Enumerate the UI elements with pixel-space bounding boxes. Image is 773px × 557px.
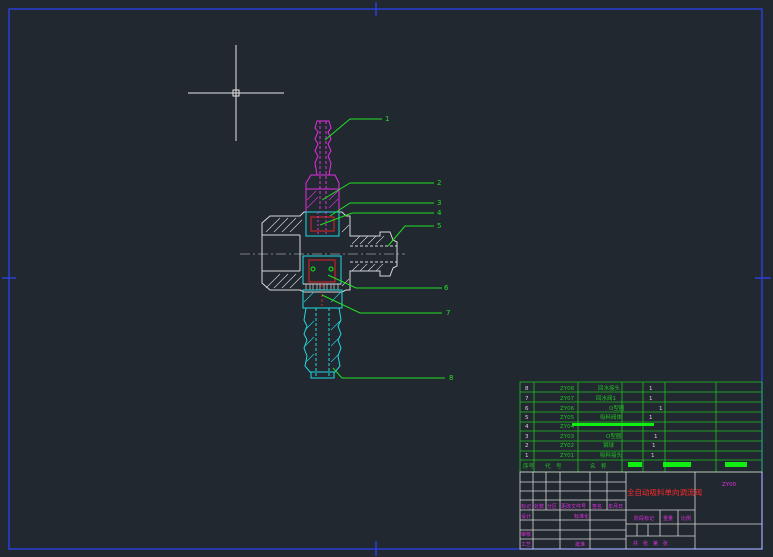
callout-2: 2: [437, 179, 441, 187]
svg-text:代 号: 代 号: [545, 462, 562, 470]
cad-drawing-canvas[interactable]: 1 2 3 4 5 6 7 8 8 ZY08 回水接头 1 7 ZY07 回水阀…: [0, 0, 773, 557]
label-sign: 签名: [592, 503, 602, 510]
svg-text:回水阀1: 回水阀1: [596, 394, 616, 402]
svg-text:2: 2: [525, 443, 529, 449]
bom-row: 1 ZY01 吸料接头 1: [525, 451, 655, 459]
label-process: 工艺: [521, 542, 531, 548]
label-change-doc: 更改文件号: [561, 503, 586, 510]
svg-text:ZY01: ZY01: [560, 453, 574, 459]
bom-header-fill: [663, 462, 691, 467]
svg-text:1: 1: [654, 434, 658, 440]
bom-row: 7 ZY07 回水阀1 1: [525, 394, 653, 402]
drawing-code: ZY00: [722, 482, 737, 488]
label-mark: 标记: [521, 503, 531, 510]
part-1-suction-fitting: [305, 120, 340, 213]
svg-text:O型圈: O型圈: [606, 432, 622, 440]
bom-header: 序号 代 号 名 称: [523, 462, 607, 470]
svg-text:回水接头: 回水接头: [598, 384, 621, 392]
crosshair-cursor-icon[interactable]: [188, 45, 284, 141]
label-stage-mark: 阶段标记: [634, 515, 654, 522]
label-approve: 批准: [575, 541, 585, 548]
label-standardize: 标准化: [574, 513, 589, 520]
svg-text:1: 1: [659, 406, 663, 412]
part-7-8-return-fitting: [302, 289, 343, 379]
svg-text:吸料阀体: 吸料阀体: [600, 413, 623, 421]
svg-text:ZY05: ZY05: [560, 415, 575, 421]
svg-text:1: 1: [651, 453, 655, 459]
bom-header-fill: [725, 462, 747, 467]
label-count: 处数: [534, 503, 544, 510]
svg-text:ZY03: ZY03: [560, 434, 575, 440]
part-6-o-ring-chamber: [302, 255, 342, 306]
bom-row: 6 ZY06 O型圈 1: [525, 404, 663, 412]
center-marks: [2, 2, 771, 556]
label-review: 审核: [521, 531, 531, 538]
svg-text:4: 4: [525, 424, 529, 430]
svg-text:O型圈: O型圈: [609, 404, 625, 412]
svg-text:8: 8: [525, 386, 529, 392]
bom-header-fill: [628, 462, 642, 467]
bom-row: 2 ZY02 钢球 1: [525, 441, 656, 449]
label-weight: 重量: [663, 515, 673, 522]
svg-text:1: 1: [649, 396, 653, 402]
label-zone: 分区: [547, 503, 557, 510]
callout-4: 4: [437, 209, 442, 217]
bom-row: 5 ZY05 吸料阀体 1: [525, 413, 653, 421]
bom-row: 8 ZY08 回水接头 1: [525, 384, 653, 392]
label-date: 年月日: [608, 503, 623, 510]
svg-text:ZY06: ZY06: [560, 406, 575, 412]
bom-table: 8 ZY08 回水接头 1 7 ZY07 回水阀1 1 6 ZY06 O型圈 1…: [519, 381, 763, 473]
callout-3: 3: [437, 199, 441, 207]
callout-1: 1: [385, 115, 389, 123]
callout-numbers: 1 2 3 4 5 6 7 8: [385, 115, 453, 382]
svg-text:7: 7: [525, 396, 529, 402]
label-scale: 比例: [681, 515, 691, 522]
bom-row-4-highlight: [572, 423, 654, 426]
svg-text:名 称: 名 称: [590, 462, 607, 470]
drawing-frame: [8, 8, 763, 550]
bom-row: 3 ZY03 O型圈 1: [525, 432, 658, 440]
callout-6: 6: [444, 284, 449, 292]
callout-7: 7: [446, 309, 450, 317]
svg-text:ZY07: ZY07: [560, 396, 575, 402]
svg-text:3: 3: [525, 434, 529, 440]
svg-text:序号: 序号: [523, 462, 535, 470]
svg-text:吸料接头: 吸料接头: [600, 451, 623, 459]
callout-5: 5: [437, 222, 441, 230]
svg-text:ZY08: ZY08: [560, 386, 575, 392]
svg-text:1: 1: [649, 386, 653, 392]
svg-text:1: 1: [652, 443, 656, 449]
svg-text:1: 1: [649, 415, 653, 421]
svg-text:5: 5: [525, 415, 529, 421]
svg-text:ZY02: ZY02: [560, 443, 574, 449]
svg-text:1: 1: [525, 453, 529, 459]
drawing-title: 全自动吸料单向调流阀: [627, 487, 702, 497]
bom-row: 4 ZY04: [525, 423, 654, 430]
svg-text:6: 6: [525, 406, 529, 412]
label-design: 设计: [521, 513, 531, 520]
svg-text:钢球: 钢球: [603, 441, 615, 449]
callout-8: 8: [449, 374, 453, 382]
label-sheets: 共 张 第 张: [633, 540, 668, 547]
title-block: 全自动吸料单向调流阀 ZY00 标记 处数 分区 更改文件号 签名 年月日 设计…: [519, 471, 763, 550]
